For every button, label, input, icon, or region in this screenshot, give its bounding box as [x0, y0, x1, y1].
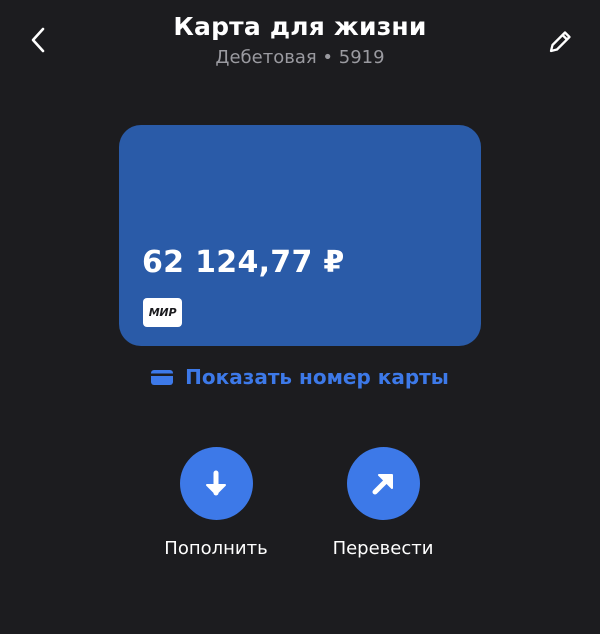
card-details-screen: Карта для жизни Дебетовая • 5919 62 124,…: [0, 0, 600, 634]
top-up-button[interactable]: Пополнить: [131, 447, 301, 559]
show-card-number-label: Показать номер карты: [185, 365, 449, 389]
show-card-number-link[interactable]: Показать номер карты: [0, 365, 600, 389]
transfer-label: Перевести: [332, 538, 434, 559]
page-title: Карта для жизни: [173, 12, 427, 41]
card-subtitle: Дебетовая • 5919: [215, 47, 385, 68]
mir-logo: МИР: [143, 298, 182, 327]
top-up-circle: [179, 447, 253, 520]
card-icon: [151, 369, 174, 385]
card-balance: 62 124,77 ₽: [142, 245, 345, 280]
edit-button[interactable]: [538, 20, 582, 64]
pencil-icon: [549, 31, 571, 53]
transfer-button[interactable]: Перевести: [298, 447, 468, 559]
arrow-down-icon: [206, 470, 226, 495]
transfer-circle: [346, 447, 420, 520]
arrow-up-right-icon: [372, 473, 393, 494]
bank-card[interactable]: 62 124,77 ₽ МИР: [119, 125, 481, 346]
top-up-label: Пополнить: [164, 538, 268, 559]
header: Карта для жизни Дебетовая • 5919: [0, 0, 600, 80]
